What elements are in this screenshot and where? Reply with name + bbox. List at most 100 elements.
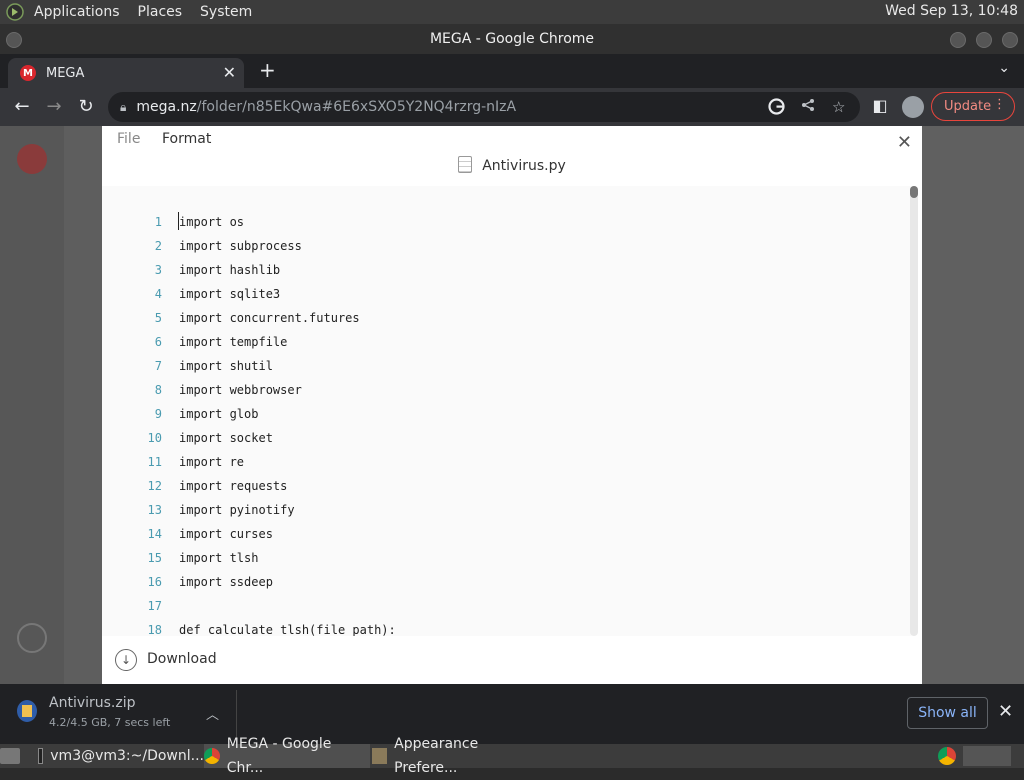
text-viewer-dialog: File Format ✕ Antivirus.py 1 import os 2 i… — [102, 126, 922, 684]
new-tab-button[interactable]: + — [259, 58, 276, 82]
mega-page-right — [922, 126, 1024, 684]
code-line: 3 import hashlib — [102, 258, 912, 282]
code-text: import curses — [179, 527, 273, 541]
clock[interactable]: Wed Sep 13, 10:48 — [885, 3, 1018, 19]
code-line: 16 import ssdeep — [102, 570, 912, 594]
task-label: MEGA - Google Chr... — [226, 736, 332, 776]
code-line: 12 import requests — [102, 474, 912, 498]
task-label: vm3@vm3:~/Downl... — [50, 748, 204, 764]
code-line: 7 import shutil — [102, 354, 912, 378]
gnome-foot-icon[interactable] — [4, 1, 26, 23]
more-menu-icon[interactable]: ⋮ — [993, 97, 1006, 112]
code-line: 6 import tempfile — [102, 330, 912, 354]
code-line: 11 import re — [102, 450, 912, 474]
format-menu[interactable]: Format — [162, 131, 211, 147]
code-text: import subprocess — [179, 239, 302, 253]
tab-mega[interactable]: M MEGA ✕ — [8, 58, 244, 88]
window-title: MEGA - Google Chrome — [429, 31, 595, 47]
code-text: import sqlite3 — [179, 287, 281, 301]
code-text: import glob — [179, 407, 259, 421]
taskbar-item-appearance[interactable]: Appearance Prefere... — [372, 736, 538, 776]
code-line: 1 import os — [102, 210, 912, 234]
code-line: 8 import webbrowser — [102, 378, 912, 402]
line-number: 6 — [154, 335, 162, 349]
address-bar[interactable]: 🔒︎ mega.nz/folder/n85EkQwa#6E6xSXO5Y2NQ4… — [108, 92, 860, 122]
line-number: 18 — [147, 623, 162, 636]
code-text: import os — [179, 215, 245, 229]
taskbar-item-terminal[interactable]: vm3@vm3:~/Downl... — [38, 744, 204, 768]
scrollbar-thumb[interactable] — [910, 186, 918, 198]
maximize-button[interactable] — [976, 32, 992, 48]
minimize-button[interactable] — [950, 32, 966, 48]
line-number: 7 — [154, 359, 162, 373]
applications-menu[interactable]: Applications — [34, 4, 120, 20]
chrome-icon — [204, 748, 220, 764]
taskbar: vm3@vm3:~/Downl... MEGA - Google Chr... … — [0, 736, 1024, 776]
code-text: def calculate_tlsh(file_path): — [179, 623, 396, 636]
code-editor[interactable]: 1 import os 2 import subprocess 3 import ha… — [102, 186, 912, 636]
line-number: 4 — [154, 287, 162, 301]
download-arrow-icon: ↓ — [115, 649, 137, 671]
window-menu-button[interactable] — [6, 32, 22, 48]
close-window-button[interactable] — [1002, 32, 1018, 48]
code-text: import concurrent.futures — [179, 311, 360, 325]
show-desktop-icon[interactable] — [0, 748, 20, 764]
line-number: 10 — [147, 431, 162, 445]
scrollbar-track[interactable] — [910, 186, 918, 636]
file-name: Antivirus.py — [482, 158, 566, 174]
close-icon[interactable]: ✕ — [897, 132, 912, 153]
lock-icon[interactable]: 🔒︎ — [120, 100, 126, 115]
download-file-name[interactable]: Antivirus.zip — [49, 695, 136, 711]
code-text: import re — [179, 455, 245, 469]
line-number: 17 — [147, 599, 162, 613]
close-shelf-icon[interactable]: ✕ — [998, 701, 1013, 722]
download-button[interactable]: ↓ Download — [102, 642, 922, 684]
line-number: 15 — [147, 551, 162, 565]
reload-icon[interactable]: ↻ — [75, 96, 97, 117]
code-line: 17 — [102, 594, 912, 618]
mega-sidebar — [0, 126, 64, 684]
forward-icon[interactable]: → — [43, 96, 65, 117]
side-panel-icon[interactable]: ◧ — [869, 96, 891, 115]
url-path: /folder/n85EkQwa#6E6xSXO5Y2NQ4rzrg-nIzA — [196, 99, 517, 115]
update-button[interactable]: Update ⋮ — [931, 92, 1015, 121]
chevron-up-icon[interactable]: ︿ — [206, 704, 219, 723]
places-menu[interactable]: Places — [138, 4, 183, 20]
code-line: 4 import sqlite3 — [102, 282, 912, 306]
back-icon[interactable]: ← — [11, 96, 33, 117]
line-number: 1 — [154, 215, 162, 229]
code-text: import socket — [179, 431, 273, 445]
file-menu[interactable]: File — [117, 131, 140, 147]
window-titlebar[interactable]: MEGA - Google Chrome — [0, 24, 1024, 54]
line-number: 9 — [154, 407, 162, 421]
appearance-icon — [372, 748, 388, 764]
bookmark-star-icon[interactable]: ☆ — [832, 98, 845, 116]
profile-avatar[interactable] — [902, 96, 924, 118]
line-number: 13 — [147, 503, 162, 517]
zip-file-icon — [17, 700, 37, 722]
download-label: Download — [147, 651, 217, 667]
top-panel: Applications Places System Wed Sep 13, 1… — [0, 0, 1024, 24]
code-text: import requests — [179, 479, 288, 493]
browser-toolbar: ← → ↻ 🔒︎ mega.nz/folder/n85EkQwa#6E6xSXO… — [0, 88, 1024, 126]
code-text: import ssdeep — [179, 575, 273, 589]
code-line: 14 import curses — [102, 522, 912, 546]
tab-search-chevron-icon[interactable]: ⌄ — [998, 60, 1010, 76]
code-text: import pyinotify — [179, 503, 295, 517]
line-number: 16 — [147, 575, 162, 589]
tab-close-icon[interactable]: ✕ — [223, 63, 236, 82]
share-icon[interactable] — [801, 98, 815, 116]
tray-chrome-icon[interactable] — [938, 747, 956, 765]
system-menu[interactable]: System — [200, 4, 252, 20]
code-text: import hashlib — [179, 263, 281, 277]
line-number: 12 — [147, 479, 162, 493]
workspace-switcher[interactable] — [963, 746, 1011, 766]
taskbar-item-chrome[interactable]: MEGA - Google Chr... — [204, 736, 370, 776]
code-text: import tlsh — [179, 551, 259, 565]
code-line: 9 import glob — [102, 402, 912, 426]
google-translate-icon[interactable] — [768, 98, 785, 119]
code-line: 15 import tlsh — [102, 546, 912, 570]
terminal-icon — [38, 748, 44, 764]
show-all-button[interactable]: Show all — [907, 697, 988, 729]
text-caret — [178, 212, 179, 230]
